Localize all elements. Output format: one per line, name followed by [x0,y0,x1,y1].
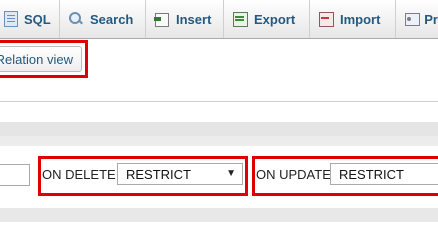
tab-sql-label: SQL [24,11,51,27]
tab-export-label: Export [254,11,296,27]
section-bar [0,122,438,136]
tab-privileges[interactable]: Pr [396,0,438,38]
on-delete-highlight [38,156,248,196]
tab-search-label: Search [90,11,134,27]
foreign-key-input[interactable] [0,164,30,186]
relation-view-highlight [0,40,88,78]
tab-insert-label: Insert [176,11,212,27]
tab-import-label: Import [340,11,381,27]
sql-icon [4,11,18,27]
section-bar-lower [0,136,438,146]
tab-privileges-label: Pr [424,11,438,27]
tab-search[interactable]: Search [60,0,146,38]
import-icon [318,11,334,27]
export-icon [232,11,248,27]
footer-bar [0,208,438,222]
tab-export[interactable]: Export [224,0,310,38]
tab-insert[interactable]: Insert [146,0,224,38]
privileges-icon [404,11,421,27]
insert-icon [154,11,170,27]
search-icon [68,11,84,27]
divider [0,101,438,102]
on-update-highlight [252,156,438,196]
tab-sql[interactable]: SQL [0,0,60,38]
tab-bar: SQL Search Insert Export Import Pr [0,0,438,39]
tab-import[interactable]: Import [310,0,396,38]
